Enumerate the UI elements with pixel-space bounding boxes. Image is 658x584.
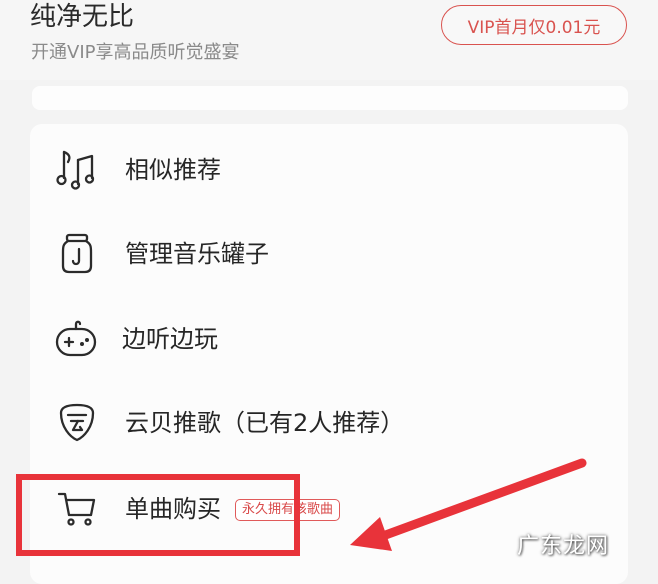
music-notes-icon	[56, 150, 95, 190]
menu-item-play-while-listening[interactable]: 边听边玩	[30, 307, 628, 367]
cloud-shell-icon	[59, 403, 95, 442]
gamepad-icon	[55, 320, 97, 357]
menu-item-cloud-shell-recommend[interactable]: 云贝推歌（已有2人推荐）	[30, 391, 628, 451]
vip-header: 纯净无比 开通VIP享高品质听觉盛宴 VIP首月仅0.01元	[0, 0, 658, 80]
card-strip	[32, 86, 628, 110]
menu-item-label: 云贝推歌（已有2人推荐）	[125, 409, 405, 437]
vip-offer-button[interactable]: VIP首月仅0.01元	[441, 5, 627, 45]
annotation-highlight-box	[16, 474, 300, 556]
vip-title: 纯净无比	[30, 2, 135, 32]
vip-subtitle: 开通VIP享高品质听觉盛宴	[31, 42, 240, 63]
menu-item-similar-recommend[interactable]: 相似推荐	[30, 138, 628, 198]
menu-item-label: 相似推荐	[125, 156, 221, 184]
watermark-text: 广东龙网	[517, 534, 610, 559]
menu-item-label: 边听边玩	[122, 325, 218, 353]
menu-item-music-jar[interactable]: 管理音乐罐子	[30, 222, 628, 282]
music-jar-icon	[61, 233, 93, 274]
menu-item-label: 管理音乐罐子	[125, 240, 269, 268]
